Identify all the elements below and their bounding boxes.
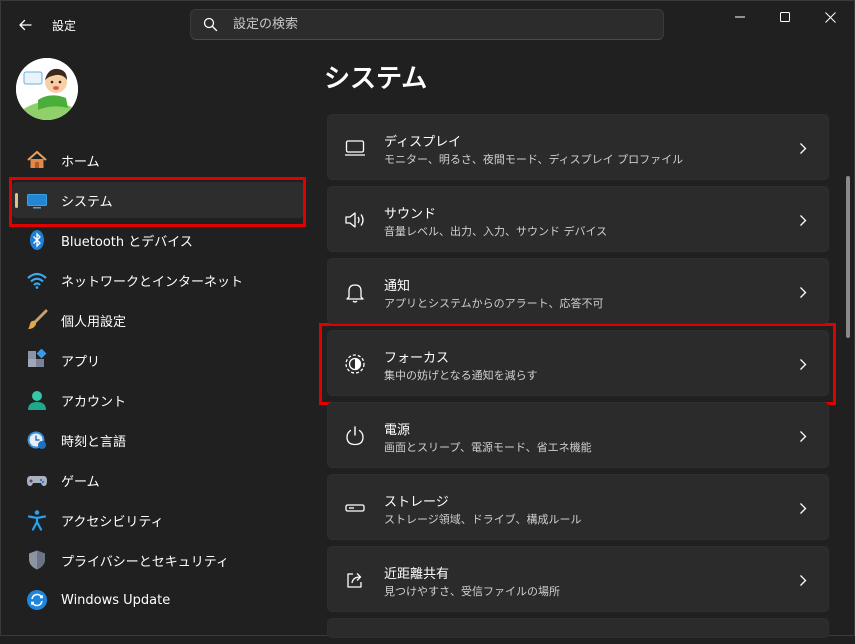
shield-icon <box>26 549 48 571</box>
sidebar-item-personalization[interactable]: 個人用設定 <box>12 302 304 338</box>
settings-card-list: ディスプレイ モニター、明るさ、夜間モード、ディスプレイ プロファイル サウンド… <box>327 114 829 644</box>
title-bar: 設定 <box>0 0 855 48</box>
chevron-right-icon <box>796 571 810 589</box>
back-button[interactable] <box>12 12 38 38</box>
speaker-icon <box>343 208 367 232</box>
home-icon <box>26 149 48 171</box>
search-icon <box>201 16 219 34</box>
share-icon <box>343 568 367 592</box>
minimize-button[interactable] <box>720 2 760 32</box>
maximize-icon <box>780 12 790 22</box>
update-icon <box>26 589 48 611</box>
card-sound[interactable]: サウンド 音量レベル、出力、入力、サウンド デバイス <box>327 186 829 252</box>
user-avatar-illustration <box>16 58 78 120</box>
sidebar-item-home[interactable]: ホーム <box>12 142 304 178</box>
storage-icon <box>343 496 367 520</box>
card-power[interactable]: 電源 画面とスリープ、電源モード、省エネ機能 <box>327 402 829 468</box>
power-icon <box>343 424 367 448</box>
close-icon <box>824 11 836 23</box>
chevron-right-icon <box>796 139 810 157</box>
sidebar-item-windows-update[interactable]: Windows Update <box>12 582 304 618</box>
search-input[interactable] <box>231 16 635 33</box>
sidebar-item-apps[interactable]: アプリ <box>12 342 304 378</box>
back-arrow-icon <box>19 19 32 31</box>
card-partial[interactable] <box>327 618 829 638</box>
chevron-right-icon <box>796 283 810 301</box>
card-storage[interactable]: ストレージ ストレージ領域、ドライブ、構成ルール <box>327 474 829 540</box>
card-notifications[interactable]: 通知 アプリとシステムからのアラート、応答不可 <box>327 258 829 324</box>
sidebar-item-gaming[interactable]: ゲーム <box>12 462 304 498</box>
sidebar-item-privacy-security[interactable]: プライバシーとセキュリティ <box>12 542 304 578</box>
chevron-right-icon <box>796 355 810 373</box>
bluetooth-icon <box>26 229 48 251</box>
brush-icon <box>26 309 48 331</box>
search-box[interactable] <box>190 9 664 40</box>
sidebar-item-network[interactable]: ネットワークとインターネット <box>12 262 304 298</box>
user-avatar[interactable] <box>16 58 78 120</box>
maximize-button[interactable] <box>765 2 805 32</box>
accessibility-icon <box>26 509 48 531</box>
card-nearby-sharing[interactable]: 近距離共有 見つけやすさ、受信ファイルの場所 <box>327 546 829 612</box>
gamepad-icon <box>26 469 48 491</box>
chevron-right-icon <box>796 211 810 229</box>
wifi-icon <box>26 269 48 291</box>
apps-icon <box>26 349 48 371</box>
sidebar-item-time-language[interactable]: 時刻と言語 <box>12 422 304 458</box>
sidebar-item-bluetooth[interactable]: Bluetooth とデバイス <box>12 222 304 258</box>
card-display[interactable]: ディスプレイ モニター、明るさ、夜間モード、ディスプレイ プロファイル <box>327 114 829 180</box>
account-icon <box>26 389 48 411</box>
sidebar-item-accessibility[interactable]: アクセシビリティ <box>12 502 304 538</box>
time-language-icon <box>26 429 48 451</box>
close-button[interactable] <box>810 2 850 32</box>
focus-icon <box>343 352 367 376</box>
page-title: システム <box>324 64 428 94</box>
bell-icon <box>343 280 367 304</box>
app-title: 設定 <box>52 19 77 33</box>
chevron-right-icon <box>796 427 810 445</box>
sidebar-item-accounts[interactable]: アカウント <box>12 382 304 418</box>
chevron-right-icon <box>796 499 810 517</box>
card-focus[interactable]: フォーカス 集中の妨げとなる通知を減らす <box>327 330 829 396</box>
system-display-icon <box>26 189 48 211</box>
sidebar-nav: ホーム システム Bluetooth とデバイス ネットワークとインターネット … <box>12 142 304 622</box>
display-icon <box>343 136 367 160</box>
scrollbar-thumb[interactable] <box>846 176 850 338</box>
minimize-icon <box>735 16 745 18</box>
sidebar-item-system[interactable]: システム <box>12 182 304 218</box>
